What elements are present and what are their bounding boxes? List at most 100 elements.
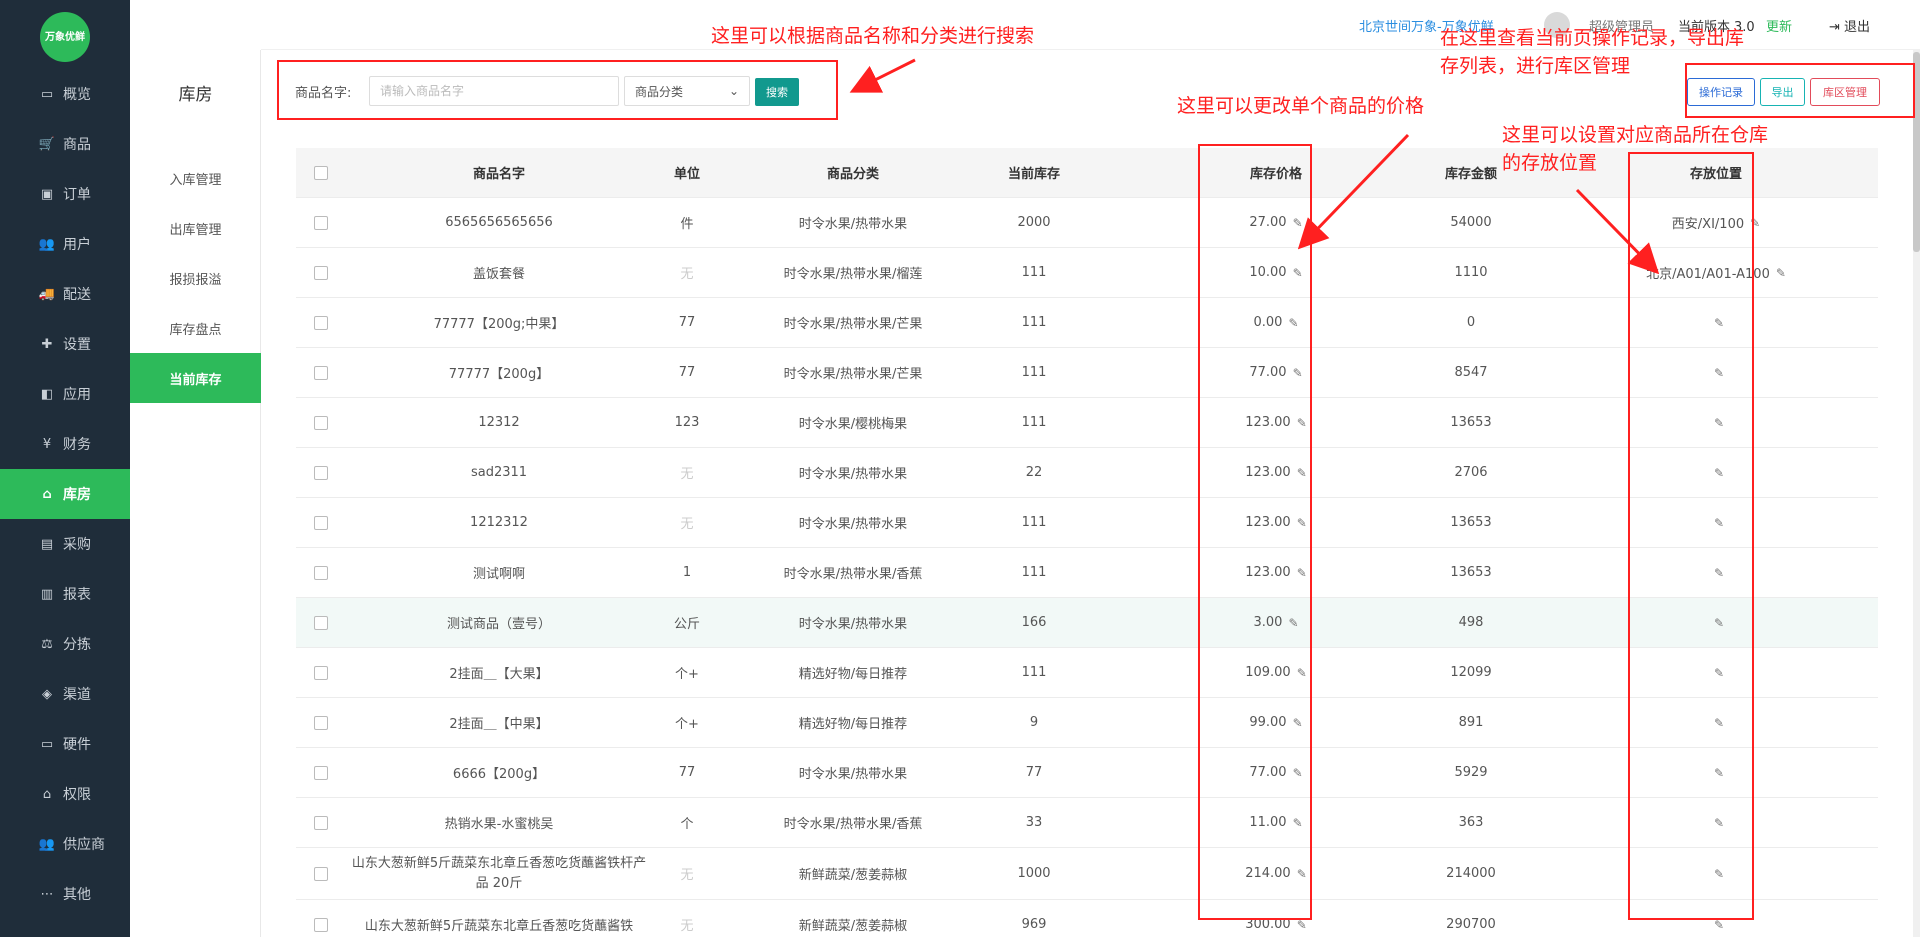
cell-category: 时令水果/热带水果 (722, 748, 984, 797)
cell-name-text: 6666【200g】 (452, 767, 546, 782)
row-checkbox[interactable] (314, 715, 328, 730)
sidebar-item-14[interactable]: ⌂ 权限 (0, 769, 130, 819)
cell-stock-text: 9 (1029, 715, 1039, 730)
submenu-item-4[interactable]: 当前库存 (130, 353, 261, 403)
cell-unit: 1 (652, 548, 722, 597)
bank-icon: ⌂ (42, 786, 52, 802)
sidebar-item-6[interactable]: ◧ 应用 (0, 369, 130, 419)
cell-name: sad2311 (346, 448, 652, 497)
cell-name: 1212312 (346, 498, 652, 547)
row-checkbox[interactable] (314, 565, 328, 580)
cell-unit-text: 无 (680, 467, 694, 482)
select-all-checkbox[interactable] (314, 165, 328, 180)
row-checkbox[interactable] (314, 615, 328, 630)
cell-stock-text: 111 (1021, 415, 1047, 430)
row-checkbox[interactable] (314, 815, 328, 830)
cell-stock: 111 (984, 498, 1084, 547)
cell-category: 时令水果/热带水果/芒果 (722, 348, 984, 397)
cell-stock: 77 (984, 748, 1084, 797)
edit-location-icon[interactable]: ✎ (1776, 266, 1786, 280)
annotation-export-note: 在这里查看当前页操作记录，导出库 存列表，进行库区管理 (1440, 24, 1744, 80)
cell-stock: 111 (984, 348, 1084, 397)
submenu-item-1[interactable]: 出库管理 (130, 203, 261, 253)
cell-category: 时令水果/热带水果 (722, 198, 984, 247)
cell-unit-text: 件 (680, 217, 694, 232)
cell-name: 6666【200g】 (346, 748, 652, 797)
truck-icon: 🚚 (38, 286, 56, 302)
row-checkbox[interactable] (314, 315, 328, 330)
row-checkbox[interactable] (314, 465, 328, 480)
row-checkbox[interactable] (314, 765, 328, 780)
sidebar-item-label: 权限 (63, 787, 91, 803)
sidebar-item-label: 用户 (63, 237, 91, 253)
annotation-price-note: 这里可以更改单个商品的价格 (1177, 95, 1425, 117)
cell-amount: 12099 (1381, 648, 1561, 697)
sidebar-item-1[interactable]: 🛒 商品 (0, 119, 130, 169)
sidebar-item-16[interactable]: ⋯ 其他 (0, 869, 130, 919)
row-checkbox[interactable] (314, 665, 328, 680)
cell-name-text: 2挂面＿【大果】 (449, 667, 549, 682)
cell-stock: 9 (984, 698, 1084, 747)
sub-sidebar: 库房 入库管理 出库管理 报损报溢 库存盘点 当前库存 (130, 50, 261, 937)
row-select-cell (296, 698, 346, 747)
row-checkbox[interactable] (314, 365, 328, 380)
sidebar-item-11[interactable]: ⚖ 分拣 (0, 619, 130, 669)
row-checkbox[interactable] (314, 515, 328, 530)
cell-amount: 891 (1381, 698, 1561, 747)
cell-unit: 个+ (652, 648, 722, 697)
cell-amount: 13653 (1381, 498, 1561, 547)
row-checkbox[interactable] (314, 415, 328, 430)
sidebar-item-13[interactable]: ▭ 硬件 (0, 719, 130, 769)
submenu-item-3[interactable]: 库存盘点 (130, 303, 261, 353)
submenu-item-0[interactable]: 入库管理 (130, 153, 261, 203)
sidebar-item-8[interactable]: ⌂ 库房 (0, 469, 130, 519)
cell-category-text: 时令水果/热带水果 (798, 467, 908, 482)
row-checkbox[interactable] (314, 265, 328, 280)
submenu-item-2[interactable]: 报损报溢 (130, 253, 261, 303)
cell-unit-text: 77 (678, 365, 696, 380)
cell-amount: 5929 (1381, 748, 1561, 797)
col-unit: 单位 (673, 167, 700, 182)
brand-logo[interactable]: 万象优鲜 (40, 12, 90, 62)
cell-category: 时令水果/热带水果 (722, 448, 984, 497)
more-icon: ⋯ (40, 886, 54, 902)
sidebar-item-5[interactable]: ✚ 设置 (0, 319, 130, 369)
cell-unit: 个+ (652, 698, 722, 747)
row-checkbox[interactable] (314, 215, 328, 230)
cart-icon: 🛒 (38, 136, 56, 152)
cell-stock-text: 166 (1021, 615, 1047, 630)
row-checkbox[interactable] (314, 917, 328, 932)
sidebar-item-12[interactable]: ◈ 渠道 (0, 669, 130, 719)
cell-unit: 77 (652, 748, 722, 797)
select-all-cell (296, 148, 346, 197)
sidebar-item-3[interactable]: 👥 用户 (0, 219, 130, 269)
cell-unit-text: 77 (678, 765, 696, 780)
cell-stock: 111 (984, 298, 1084, 347)
sidebar-item-4[interactable]: 🚚 配送 (0, 269, 130, 319)
cell-amount: 363 (1381, 798, 1561, 847)
row-checkbox[interactable] (314, 866, 328, 881)
cell-amount-text: 12099 (1450, 665, 1492, 680)
logout-button[interactable]: ⇥ 退出 (1829, 16, 1870, 35)
cell-category: 时令水果/热带水果 (722, 598, 984, 647)
sidebar-item-9[interactable]: ▤ 采购 (0, 519, 130, 569)
sidebar-item-7[interactable]: ¥ 财务 (0, 419, 130, 469)
cell-name: 12312 (346, 398, 652, 447)
sidebar-item-0[interactable]: ▭ 概览 (0, 69, 130, 119)
cell-category: 新鲜蔬菜/葱姜蒜椒 (722, 900, 984, 937)
cell-amount-text: 1110 (1454, 265, 1488, 280)
sidebar-item-label: 库房 (63, 487, 91, 503)
annotation-box-search (277, 60, 838, 120)
desktop-icon: ▭ (40, 736, 54, 752)
sidebar-item-10[interactable]: ▥ 报表 (0, 569, 130, 619)
update-link[interactable]: 更新 (1766, 16, 1792, 35)
cell-unit: 123 (652, 398, 722, 447)
sidebar-item-15[interactable]: 👥 供应商 (0, 819, 130, 869)
cell-amount: 0 (1381, 298, 1561, 347)
cell-name: 2挂面＿【中果】 (346, 698, 652, 747)
main-sidebar: 万象优鲜 ▭ 概览 🛒 商品 ▣ 订单 👥 用户 🚚 配送 ✚ 设置 ◧ 应用 ¥ 财务 ⌂ 库房 ▤ 采购 ▥ 报表 ⚖ 分… (0, 0, 130, 937)
sidebar-item-2[interactable]: ▣ 订单 (0, 169, 130, 219)
cell-unit: 无 (652, 498, 722, 547)
cell-stock-text: 77 (1025, 765, 1043, 780)
cell-stock-text: 111 (1021, 515, 1047, 530)
